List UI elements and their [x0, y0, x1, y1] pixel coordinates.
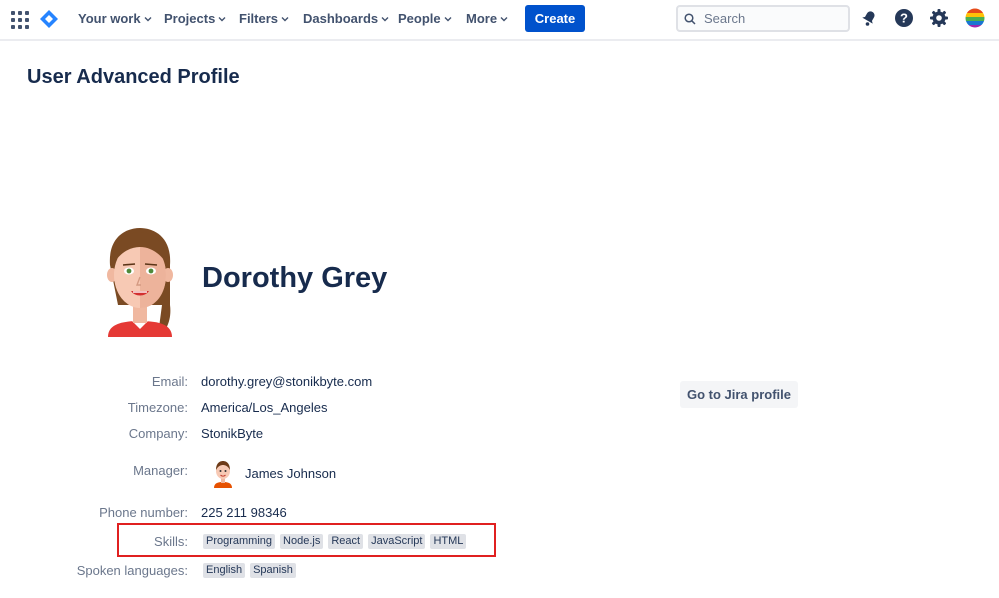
- language-tag: English: [203, 563, 246, 578]
- go-to-jira-profile-button[interactable]: Go to Jira profile: [680, 381, 798, 408]
- phone-label: Phone number:: [99, 505, 188, 520]
- company-label: Company:: [128, 426, 188, 441]
- svg-text:?: ?: [900, 11, 908, 26]
- email-value: dorothy.grey@stonikbyte.com: [201, 374, 373, 389]
- search-input[interactable]: [704, 11, 834, 26]
- notifications-bell-icon[interactable]: [859, 8, 879, 28]
- help-icon[interactable]: ?: [894, 8, 914, 28]
- timezone-value: America/Los_Angeles: [201, 400, 328, 415]
- company-value: StonikByte: [201, 426, 264, 441]
- languages-label: Spoken languages:: [76, 563, 188, 578]
- nav-filters[interactable]: Filters: [239, 11, 289, 26]
- search-icon: [684, 12, 696, 25]
- nav-dashboards[interactable]: Dashboards: [303, 11, 389, 26]
- skills-highlight-box: [117, 523, 496, 557]
- create-button[interactable]: Create: [525, 5, 585, 32]
- email-label: Email:: [151, 374, 188, 389]
- chevron-down-icon: [381, 16, 389, 21]
- chevron-down-icon: [444, 16, 452, 21]
- nav-people[interactable]: People: [398, 11, 452, 26]
- top-navigation: Your work Projects Filters Dashboards Pe…: [0, 0, 999, 41]
- manager-avatar[interactable]: [213, 460, 233, 488]
- app-switcher-icon[interactable]: [10, 10, 29, 29]
- nav-your-work[interactable]: Your work: [78, 11, 152, 26]
- chevron-down-icon: [281, 16, 289, 21]
- manager-name[interactable]: James Johnson: [245, 466, 336, 481]
- search-box[interactable]: [676, 5, 850, 32]
- chevron-down-icon: [218, 16, 226, 21]
- manager-label: Manager:: [133, 463, 188, 478]
- language-tag: Spanish: [250, 563, 296, 578]
- nav-projects[interactable]: Projects: [164, 11, 226, 26]
- profile-name: Dorothy Grey: [202, 262, 388, 294]
- chevron-down-icon: [500, 16, 508, 21]
- profile-avatar: [107, 228, 173, 337]
- chevron-down-icon: [144, 16, 152, 21]
- nav-more[interactable]: More: [466, 11, 508, 26]
- phone-value: 225 211 98346: [201, 505, 287, 520]
- timezone-label: Timezone:: [127, 400, 188, 415]
- page-title: User Advanced Profile: [27, 66, 240, 88]
- jira-logo-icon[interactable]: [38, 8, 60, 30]
- languages-tags: English Spanish: [203, 563, 296, 578]
- user-avatar-icon[interactable]: [965, 8, 985, 28]
- settings-gear-icon[interactable]: [929, 8, 949, 28]
